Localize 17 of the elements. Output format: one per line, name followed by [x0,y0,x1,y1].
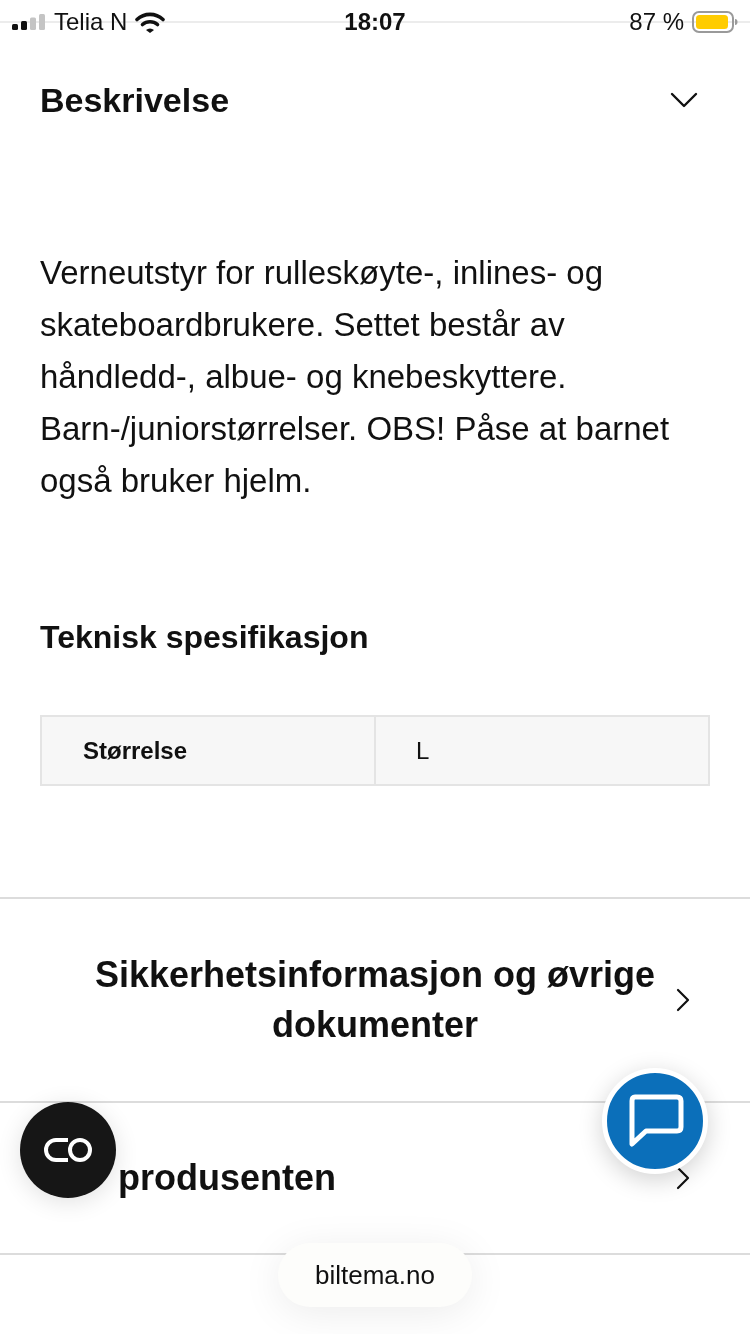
description-text: Verneutstyr for rulleskøyte-, inlines- og skateboardbrukere. Settet består av håndledd-, albue- og knebeskyttere. Barn-/juniorstørrelser. OBS! Påse at barnet også bruker hjelm. [39,253,671,501]
carrier-name: Telia N [54,8,128,36]
chevron-right-icon [676,1166,690,1190]
speech-bubble-icon [628,1094,684,1148]
chevron-right-icon [676,988,690,1012]
battery-icon [692,11,738,33]
toggle-icon [42,1137,94,1163]
spec-label-cell: Størrelse [40,715,376,786]
spec-value-cell: L [376,715,710,786]
battery-percentage: 87 % [629,8,684,36]
clock-time: 18:07 [344,8,406,36]
wifi-icon [135,11,166,33]
signal-icon [12,14,46,30]
address-bar[interactable]: biltema.no [278,1243,472,1307]
section-heading: Beskrivelse [40,80,230,121]
spec-heading: Teknisk spesifikasjon [40,618,369,657]
chevron-down-icon[interactable] [670,92,698,108]
